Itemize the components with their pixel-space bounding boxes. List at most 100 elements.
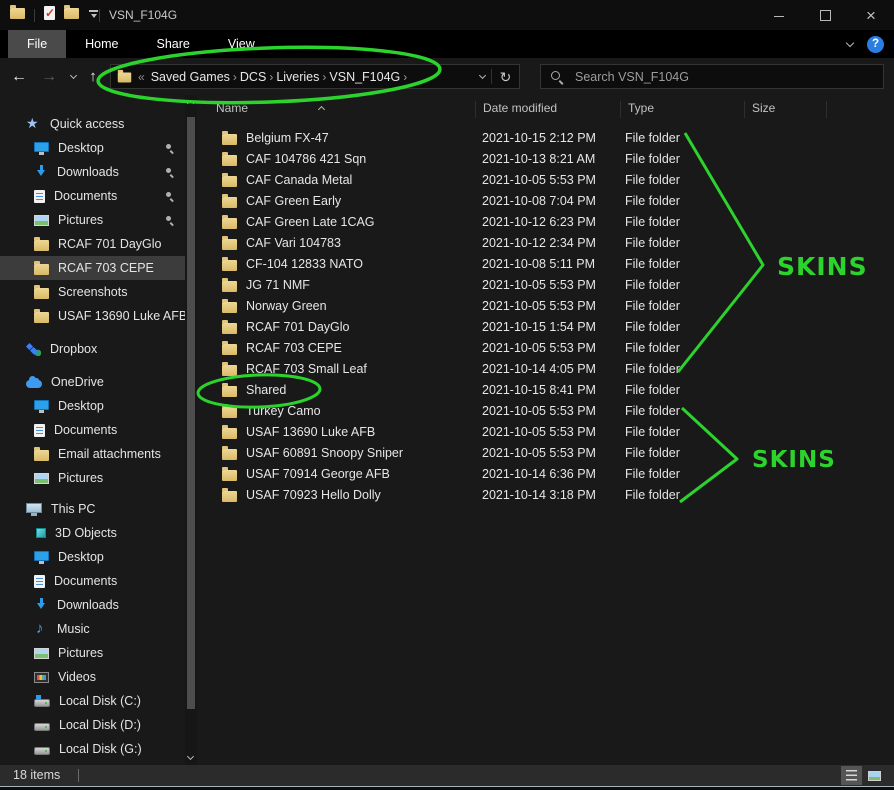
file-row-rcaf-701-dayglo[interactable]: RCAF 701 DayGlo2021-10-15 1:54 PMFile fo… [197, 317, 894, 338]
breadcrumb-item-dcs[interactable]: DCS [240, 70, 266, 84]
sidebar-item-email-attachments[interactable]: Email attachments [0, 442, 185, 466]
tab-file[interactable]: File [8, 30, 66, 58]
file-row-turkey-camo[interactable]: Turkey Camo2021-10-05 5:53 PMFile folder [197, 401, 894, 422]
file-row-usaf-70914-george-afb[interactable]: USAF 70914 George AFB2021-10-14 6:36 PMF… [197, 464, 894, 485]
tab-home[interactable]: Home [66, 30, 137, 58]
sidebar-item-music[interactable]: Music [0, 617, 185, 641]
file-row-shared[interactable]: Shared2021-10-15 8:41 PMFile folder [197, 380, 894, 401]
close-button[interactable] [848, 0, 894, 30]
search-box[interactable] [540, 64, 884, 89]
sidebar-item-local-disk-d[interactable]: Local Disk (D:) [0, 713, 185, 737]
sidebar-item-desktop[interactable]: Desktop [0, 545, 185, 569]
address-dropdown-icon[interactable] [479, 72, 486, 79]
file-row-caf-green-late-1cag[interactable]: CAF Green Late 1CAG2021-10-12 6:23 PMFil… [197, 212, 894, 233]
details-view-button[interactable] [841, 766, 862, 785]
qat-button-document-check[interactable] [44, 6, 55, 25]
file-date-modified: 2021-10-13 8:21 AM [482, 152, 595, 166]
column-header-size[interactable]: Size [752, 101, 775, 115]
qat-button-qat-dropdown[interactable] [88, 6, 99, 24]
file-list-pane: Name Date modified Type Size Belgium FX-… [197, 95, 894, 765]
sidebar-item-dropbox[interactable]: Dropbox [0, 337, 185, 361]
sidebar-item-downloads[interactable]: Downloads [0, 593, 185, 617]
sidebar-item-documents[interactable]: Documents [0, 184, 185, 208]
file-row-norway-green[interactable]: Norway Green2021-10-05 5:53 PMFile folde… [197, 296, 894, 317]
file-row-caf-104786-421-sqn[interactable]: CAF 104786 421 Sqn2021-10-13 8:21 AMFile… [197, 149, 894, 170]
qat-button-folder[interactable] [64, 6, 79, 24]
sidebar-item-label: Screenshots [58, 285, 127, 299]
sidebar-item-pictures[interactable]: Pictures [0, 466, 185, 490]
sidebar-section-quick-access: Quick accessDesktopDownloadsDocumentsPic… [0, 112, 185, 328]
sidebar-item-pictures[interactable]: Pictures [0, 208, 185, 232]
tab-share[interactable]: Share [138, 30, 209, 58]
maximize-button[interactable] [802, 0, 848, 30]
file-row-cf-104-12833-nato[interactable]: CF-104 12833 NATO2021-10-08 5:11 PMFile … [197, 254, 894, 275]
sidebar-item-rcaf-701-dayglo[interactable]: RCAF 701 DayGlo [0, 232, 185, 256]
breadcrumb-item-saved-games[interactable]: Saved Games [151, 70, 230, 84]
sidebar-item-local-disk-g[interactable]: Local Disk (G:) [0, 737, 185, 761]
folder-icon [34, 240, 49, 251]
sidebar-item-onedrive[interactable]: OneDrive [0, 370, 185, 394]
sidebar-item-this-pc[interactable]: This PC [0, 497, 185, 521]
file-row-usaf-60891-snoopy-sniper[interactable]: USAF 60891 Snoopy Sniper2021-10-05 5:53 … [197, 443, 894, 464]
column-header-type[interactable]: Type [628, 101, 654, 115]
column-header-name[interactable]: Name [216, 101, 248, 115]
file-row-rcaf-703-small-leaf[interactable]: RCAF 703 Small Leaf2021-10-14 4:05 PMFil… [197, 359, 894, 380]
sidebar-item-documents[interactable]: Documents [0, 418, 185, 442]
column-divider[interactable] [826, 101, 827, 118]
sidebar-item-desktop[interactable]: Desktop [0, 136, 185, 160]
tab-view[interactable]: View [209, 30, 274, 58]
qat-button-folder[interactable] [10, 6, 25, 24]
sidebar-item-local-disk-c[interactable]: Local Disk (C:) [0, 689, 185, 713]
sidebar-item-videos[interactable]: Videos [0, 665, 185, 689]
expand-ribbon-icon[interactable] [846, 38, 854, 46]
sidebar-item-3d-objects[interactable]: 3D Objects [0, 521, 185, 545]
breadcrumb-item-vsn-f104g[interactable]: VSN_F104G [329, 70, 400, 84]
sidebar-item-rcaf-703-cepe[interactable]: RCAF 703 CEPE [0, 256, 185, 280]
breadcrumb-chevron-icon[interactable]: › [266, 70, 276, 84]
file-date-modified: 2021-10-15 1:54 PM [482, 320, 596, 334]
file-row-usaf-70923-hello-dolly[interactable]: USAF 70923 Hello Dolly2021-10-14 3:18 PM… [197, 485, 894, 506]
file-row-usaf-13690-luke-afb[interactable]: USAF 13690 Luke AFB2021-10-05 5:53 PMFil… [197, 422, 894, 443]
column-header-row: Name Date modified Type Size [197, 95, 894, 122]
address-bar[interactable]: « Saved Games›DCS›Liveries›VSN_F104G› [110, 64, 520, 89]
breadcrumb-overflow-icon[interactable]: « [138, 70, 145, 84]
titlebar-divider [34, 9, 35, 22]
sidebar-item-downloads[interactable]: Downloads [0, 160, 185, 184]
column-divider[interactable] [744, 101, 745, 118]
back-button[interactable] [8, 58, 30, 95]
column-header-date-modified[interactable]: Date modified [483, 101, 557, 115]
help-icon[interactable] [867, 36, 884, 53]
breadcrumb-chevron-icon[interactable]: › [400, 70, 410, 84]
file-type: File folder [625, 320, 680, 334]
file-row-caf-canada-metal[interactable]: CAF Canada Metal2021-10-05 5:53 PMFile f… [197, 170, 894, 191]
file-row-caf-vari-104783[interactable]: CAF Vari 1047832021-10-12 2:34 PMFile fo… [197, 233, 894, 254]
search-input[interactable] [573, 69, 874, 85]
file-row-rcaf-703-cepe[interactable]: RCAF 703 CEPE2021-10-05 5:53 PMFile fold… [197, 338, 894, 359]
sidebar-item-documents[interactable]: Documents [0, 569, 185, 593]
breadcrumb-chevron-icon[interactable]: › [230, 70, 240, 84]
thumbnail-view-button[interactable] [864, 766, 885, 785]
file-row-jg-71-nmf[interactable]: JG 71 NMF2021-10-05 5:53 PMFile folder [197, 275, 894, 296]
scroll-up-icon[interactable] [188, 101, 193, 106]
minimize-button[interactable] [756, 0, 802, 30]
column-divider[interactable] [475, 101, 476, 118]
sidebar-item-usaf-13690-luke-afb[interactable]: USAF 13690 Luke AFB [0, 304, 185, 328]
breadcrumb-item-liveries[interactable]: Liveries [276, 70, 319, 84]
scroll-down-icon[interactable] [188, 754, 193, 759]
column-divider[interactable] [620, 101, 621, 118]
sidebar-item-desktop[interactable]: Desktop [0, 394, 185, 418]
forward-button[interactable] [38, 58, 60, 95]
recent-locations-button[interactable] [62, 58, 84, 95]
sidebar-item-quick-access[interactable]: Quick access [0, 112, 185, 136]
sidebar-item-label: Pictures [58, 646, 103, 660]
sidebar-scrollbar[interactable] [185, 95, 197, 765]
up-button[interactable] [82, 58, 104, 95]
scrollbar-thumb[interactable] [187, 117, 195, 709]
breadcrumb-chevron-icon[interactable]: › [319, 70, 329, 84]
sidebar-item-screenshots[interactable]: Screenshots [0, 280, 185, 304]
file-row-caf-green-early[interactable]: CAF Green Early2021-10-08 7:04 PMFile fo… [197, 191, 894, 212]
refresh-icon[interactable] [498, 69, 513, 85]
file-row-belgium-fx-47[interactable]: Belgium FX-472021-10-15 2:12 PMFile fold… [197, 128, 894, 149]
sidebar-item-pictures[interactable]: Pictures [0, 641, 185, 665]
sidebar-item-label: Videos [58, 670, 96, 684]
